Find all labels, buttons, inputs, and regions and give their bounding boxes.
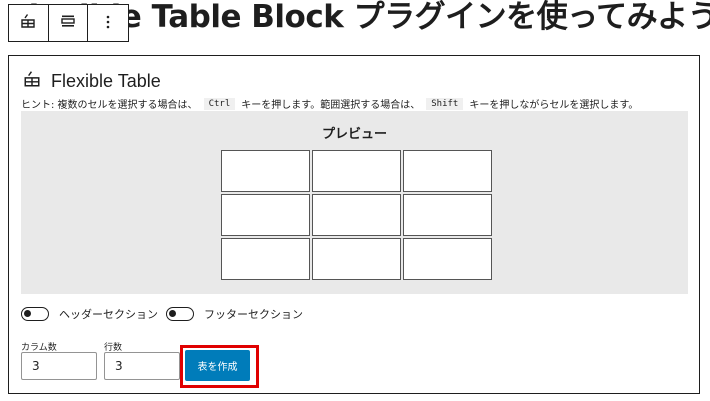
align-button[interactable] bbox=[49, 5, 89, 41]
align-icon bbox=[60, 13, 76, 33]
block-header: Flexible Table bbox=[23, 70, 161, 92]
preview-cell[interactable] bbox=[312, 194, 401, 236]
preview-cell[interactable] bbox=[312, 150, 401, 192]
header-section-toggle[interactable] bbox=[21, 307, 49, 321]
header-section-label: ヘッダーセクション bbox=[59, 308, 158, 321]
more-options-button[interactable] bbox=[88, 5, 128, 41]
table-preview: プレビュー bbox=[21, 111, 688, 294]
preview-cell[interactable] bbox=[221, 194, 310, 236]
flexible-table-icon bbox=[23, 70, 41, 92]
hint-middle: キーを押します。範囲選択する場合は、 bbox=[241, 100, 421, 111]
preview-cell[interactable] bbox=[403, 238, 492, 280]
preview-grid bbox=[221, 150, 492, 280]
flexible-table-icon bbox=[20, 13, 36, 33]
create-table-button[interactable]: 表を作成 bbox=[185, 350, 250, 381]
preview-cell[interactable] bbox=[312, 238, 401, 280]
preview-cell[interactable] bbox=[221, 238, 310, 280]
hint-text: ヒント: 複数のセルを選択する場合は、 Ctrl キーを押します。範囲選択する場… bbox=[21, 96, 638, 111]
ctrl-key: Ctrl bbox=[203, 97, 236, 110]
columns-input[interactable] bbox=[21, 352, 97, 380]
preview-cell[interactable] bbox=[221, 150, 310, 192]
block-toolbar bbox=[8, 4, 129, 42]
flexible-table-block[interactable]: Flexible Table ヒント: 複数のセルを選択する場合は、 Ctrl … bbox=[8, 55, 700, 394]
shift-key: Shift bbox=[426, 97, 464, 110]
section-toggles: ヘッダーセクション フッターセクション bbox=[21, 306, 311, 322]
rows-input[interactable] bbox=[104, 352, 180, 380]
more-options-icon bbox=[106, 14, 110, 33]
footer-section-label: フッターセクション bbox=[204, 308, 303, 321]
block-title: Flexible Table bbox=[51, 70, 161, 91]
hint-suffix: キーを押しながらセルを選択します。 bbox=[469, 100, 639, 111]
footer-section-toggle[interactable] bbox=[166, 307, 194, 321]
preview-title: プレビュー bbox=[321, 127, 387, 142]
preview-cell[interactable] bbox=[403, 150, 492, 192]
preview-cell[interactable] bbox=[403, 194, 492, 236]
hint-prefix: ヒント: 複数のセルを選択する場合は、 bbox=[21, 100, 198, 111]
block-type-button[interactable] bbox=[9, 5, 49, 41]
